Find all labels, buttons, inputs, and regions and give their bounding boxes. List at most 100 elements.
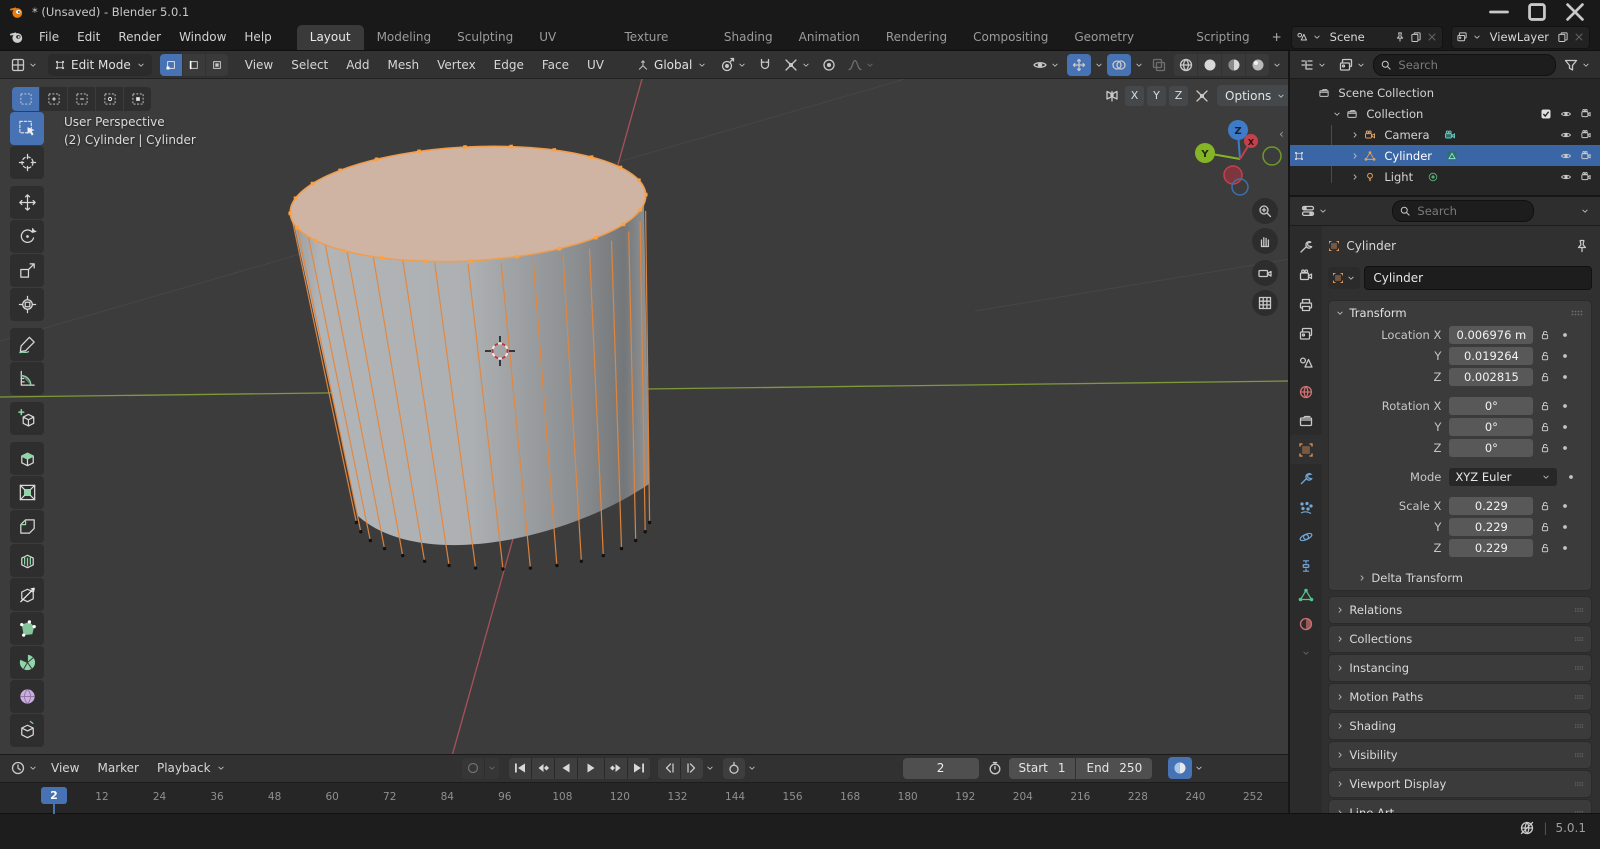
disclosure-expanded-icon[interactable] [1332, 109, 1342, 119]
workspace-tab-texture-paint[interactable]: Texture Paint [612, 25, 711, 69]
pin-icon[interactable] [1394, 31, 1406, 43]
z-field[interactable]: 0° [1449, 439, 1534, 457]
viewport-menu-select[interactable]: Select [282, 52, 337, 78]
checkbox-icon[interactable] [1540, 108, 1552, 120]
mirror-icon[interactable] [1104, 88, 1120, 104]
properties-tab-render[interactable] [1290, 261, 1322, 290]
mirror-x-toggle[interactable]: X [1125, 85, 1144, 106]
tool-move-button[interactable] [10, 186, 44, 219]
options-dropdown[interactable]: Options [1217, 85, 1289, 106]
chevron-down-icon[interactable] [1134, 60, 1144, 70]
network-offline-icon[interactable] [1519, 820, 1535, 836]
jump-to-end-button[interactable] [627, 757, 650, 779]
panel-collections[interactable]: Collections [1328, 625, 1592, 653]
properties-tab-physics[interactable] [1290, 522, 1322, 551]
lock-open-icon[interactable] [1539, 442, 1551, 454]
jump-to-start-button[interactable] [508, 757, 531, 779]
editor-type-button[interactable] [6, 54, 42, 76]
snap-points-icon[interactable] [1194, 88, 1210, 104]
tool-scale-button[interactable] [10, 254, 44, 287]
visibility-dropdown[interactable] [1028, 54, 1064, 76]
next-keyframe-button[interactable] [604, 757, 627, 779]
chevron-down-icon[interactable] [1580, 206, 1590, 216]
panel-grip-icon[interactable] [1573, 778, 1585, 790]
animate-dot-icon[interactable] [1559, 350, 1571, 362]
workspace-tab-geometry-nodes[interactable]: Geometry Nodes [1061, 25, 1183, 69]
face-select-mode-button[interactable] [205, 53, 228, 76]
tool-smooth-button[interactable] [10, 680, 44, 713]
timeline-menu-marker[interactable]: Marker [88, 755, 147, 781]
chevron-down-icon[interactable] [1194, 763, 1204, 773]
mode-field[interactable]: XYZ Euler [1449, 468, 1558, 486]
tool-spin-button[interactable] [10, 646, 44, 679]
viewport-menu-view[interactable]: View [236, 52, 282, 78]
viewport-menu-uv[interactable]: UV [578, 52, 613, 78]
jump-prev-frame-button[interactable] [657, 757, 680, 779]
mirror-y-toggle[interactable]: Y [1147, 85, 1166, 106]
workspace-tab-scripting[interactable]: Scripting [1183, 25, 1262, 50]
viewport-menu-add[interactable]: Add [337, 52, 378, 78]
timeline-ruler[interactable]: 2 12 24 36 48 60 72 84 96 108 120 132 144 156 168 180 1… [0, 781, 1289, 814]
panel-grip-icon[interactable] [1573, 604, 1585, 616]
tool-extrude-region-button[interactable] [10, 442, 44, 475]
show-gizmo-toggle[interactable] [1067, 53, 1092, 76]
render-visibility-icon[interactable] [1580, 129, 1592, 141]
animate-dot-icon[interactable] [1559, 371, 1571, 383]
cylinder-mesh[interactable] [287, 138, 652, 571]
outliner-row-cylinder[interactable]: Cylinder [1290, 145, 1600, 166]
region-collapse-arrow[interactable]: ‹ [1279, 127, 1284, 141]
tool-measure-button[interactable] [10, 362, 44, 395]
xray-toggle[interactable] [1147, 54, 1171, 76]
keying-set-button[interactable] [722, 757, 745, 779]
new-scene-icon[interactable] [1410, 31, 1422, 43]
panel-viewport-display[interactable]: Viewport Display [1328, 770, 1592, 798]
lock-open-icon[interactable] [1539, 329, 1551, 341]
outliner-row-scene-collection[interactable]: Scene Collection [1290, 82, 1600, 103]
playback-sync-button[interactable] [1168, 757, 1193, 780]
unlink-scene-icon[interactable] [1426, 31, 1438, 43]
proportional-editing-toggle[interactable] [817, 54, 841, 76]
tool-annotate-button[interactable] [10, 328, 44, 361]
tool-loop-cut-button[interactable] [10, 544, 44, 577]
current-frame-field[interactable]: 2 [902, 757, 979, 779]
pin-icon[interactable] [1574, 238, 1590, 254]
animate-dot-icon[interactable] [1565, 471, 1577, 483]
render-visibility-icon[interactable] [1580, 171, 1592, 183]
chevron-down-icon[interactable] [1094, 60, 1104, 70]
animate-dot-icon[interactable] [1559, 421, 1571, 433]
animate-dot-icon[interactable] [1559, 442, 1571, 454]
zoom-button[interactable] [1252, 198, 1278, 224]
tool-select-box-button[interactable] [10, 112, 44, 145]
snap-settings-dropdown[interactable] [779, 54, 815, 76]
tool-rotate-button[interactable] [10, 220, 44, 253]
scale-x-field[interactable]: 0.229 [1449, 497, 1534, 515]
workspace-tab-rendering[interactable]: Rendering [873, 25, 960, 50]
camera-view-button[interactable] [1252, 260, 1278, 286]
properties-tab-collection[interactable] [1290, 406, 1322, 435]
previous-keyframe-button[interactable] [531, 757, 554, 779]
workspace-tab-sculpting[interactable]: Sculpting [444, 25, 526, 50]
lock-open-icon[interactable] [1539, 371, 1551, 383]
panel-grip-icon[interactable] [1573, 720, 1585, 732]
minimize-button[interactable] [1482, 1, 1516, 23]
stopwatch-icon[interactable] [987, 760, 1003, 776]
select-mode-subtract-button[interactable] [68, 87, 95, 111]
playhead-badge[interactable]: 2 [41, 786, 67, 804]
workspace-tab-uv-editing[interactable]: UV Editing [526, 25, 611, 69]
outliner-filter-button[interactable] [1559, 54, 1595, 76]
mirror-z-toggle[interactable]: Z [1169, 85, 1188, 106]
panel-motion-paths[interactable]: Motion Paths [1328, 683, 1592, 711]
material-preview-button[interactable] [1222, 53, 1246, 76]
properties-search-input[interactable] [1415, 203, 1528, 219]
eye-icon[interactable] [1560, 129, 1572, 141]
tool-bevel-button[interactable] [10, 510, 44, 543]
chevron-down-icon[interactable] [705, 763, 715, 773]
solid-shading-button[interactable] [1198, 53, 1222, 76]
properties-tab-modifiers[interactable] [1290, 464, 1322, 493]
tool-transform-button[interactable] [10, 288, 44, 321]
breadcrumb-object[interactable]: Cylinder [1346, 239, 1396, 253]
panel-visibility[interactable]: Visibility [1328, 741, 1592, 769]
menu-render[interactable]: Render [109, 24, 170, 50]
lock-open-icon[interactable] [1539, 542, 1551, 554]
close-button[interactable] [1558, 1, 1592, 23]
